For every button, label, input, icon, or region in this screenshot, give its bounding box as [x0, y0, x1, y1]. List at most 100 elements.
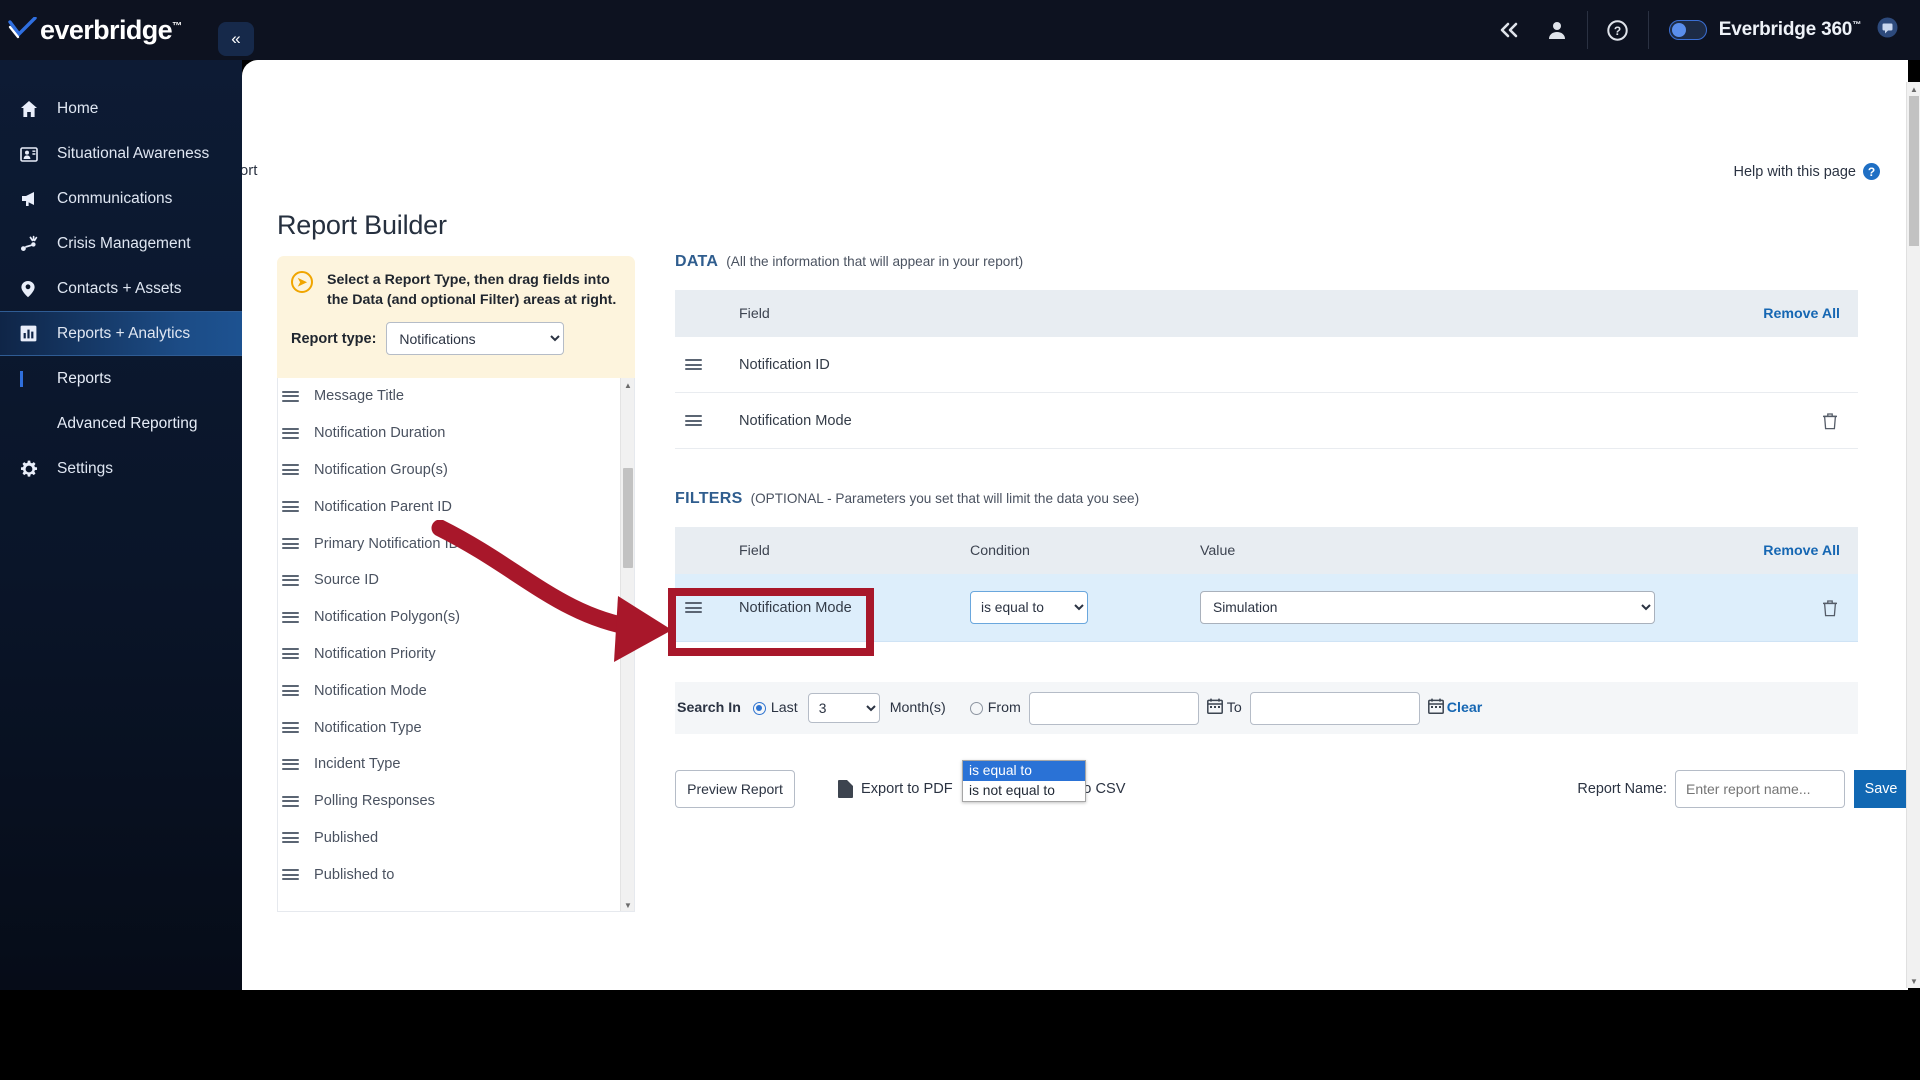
- field-list-item[interactable]: Published: [278, 820, 634, 857]
- drag-handle-icon[interactable]: [685, 359, 705, 370]
- field-list-item-label: Source ID: [314, 572, 379, 589]
- save-button[interactable]: Save: [1854, 770, 1908, 808]
- field-list-item[interactable]: Notification Priority: [278, 636, 634, 673]
- user-account-icon[interactable]: [1533, 0, 1581, 60]
- data-row: Notification Mode: [675, 393, 1858, 449]
- top-header-bar: everbridge™ ? Everbridge 360™: [0, 0, 1920, 60]
- drag-handle-icon[interactable]: [685, 415, 705, 426]
- everbridge-360-toggle[interactable]: Everbridge 360™: [1668, 19, 1861, 41]
- field-list-item-label: Notification Polygon(s): [314, 609, 461, 626]
- field-list-item[interactable]: Notification Polygon(s): [278, 599, 634, 636]
- radio-last[interactable]: [752, 701, 766, 715]
- months-select[interactable]: 3: [807, 693, 880, 723]
- export-to-pdf-button[interactable]: Export to PDF: [838, 780, 953, 798]
- drag-handle-icon[interactable]: [282, 685, 302, 697]
- radio-last-label: Last: [770, 700, 798, 716]
- filters-remove-all-link[interactable]: Remove All: [1763, 543, 1840, 559]
- drag-handle-icon[interactable]: [282, 758, 302, 770]
- field-list-item[interactable]: Incident Type: [278, 746, 634, 783]
- drag-handle-icon[interactable]: [282, 501, 302, 513]
- sidebar-item-reports-analytics[interactable]: Reports + Analytics: [0, 311, 242, 356]
- field-list-scrollbar[interactable]: ▲ ▼: [620, 378, 634, 911]
- scrollbar-thumb[interactable]: [623, 468, 633, 568]
- drag-handle-icon[interactable]: [685, 602, 705, 613]
- sidebar-item-communications[interactable]: Communications: [0, 176, 242, 221]
- dropdown-option-is-not-equal-to[interactable]: is not equal to: [963, 781, 1085, 801]
- calendar-icon-from[interactable]: [1206, 698, 1223, 718]
- field-list-item[interactable]: Published to: [278, 856, 634, 893]
- field-list-item[interactable]: Notification Duration: [278, 415, 634, 452]
- field-list-item[interactable]: Notification Parent ID: [278, 488, 634, 525]
- data-section-header: DATA (All the information that will appea…: [675, 253, 1023, 271]
- filters-col-value: Value: [1200, 542, 1236, 559]
- sidebar-item-advanced-reporting[interactable]: Advanced Reporting: [0, 401, 242, 446]
- field-list-item[interactable]: Notification Mode: [278, 672, 634, 709]
- drag-handle-icon[interactable]: [282, 427, 302, 439]
- field-list-item[interactable]: Notification Group(s): [278, 452, 634, 489]
- drag-handle-icon[interactable]: [685, 359, 705, 370]
- drag-handle-icon[interactable]: [282, 574, 302, 586]
- from-date-input[interactable]: [1028, 691, 1199, 725]
- report-type-label: Report type:: [291, 330, 377, 347]
- drag-handle-icon[interactable]: [282, 722, 302, 734]
- toggle-switch[interactable]: [1668, 20, 1707, 40]
- page-scrollbar-thumb[interactable]: [1909, 96, 1919, 246]
- condition-dropdown-menu[interactable]: is equal to is not equal to: [962, 760, 1086, 802]
- tip-message-row: ➤ Select a Report Type, then drag fields…: [277, 256, 635, 310]
- drag-handle-icon[interactable]: [282, 611, 302, 623]
- available-fields-list: Message Title Notification Duration Notifi…: [277, 378, 635, 912]
- sidebar-item-situational-awareness[interactable]: Situational Awareness: [0, 131, 242, 176]
- drag-handle-icon[interactable]: [685, 415, 705, 426]
- data-remove-all-link[interactable]: Remove All: [1763, 306, 1840, 322]
- delete-data-field-icon[interactable]: [1822, 412, 1838, 430]
- sidebar-item-settings[interactable]: Settings: [0, 446, 242, 491]
- gear-icon: [20, 460, 46, 478]
- calendar-icon-to[interactable]: [1427, 698, 1444, 718]
- sidebar-item-contacts-assets[interactable]: Contacts + Assets: [0, 266, 242, 311]
- help-icon[interactable]: ?: [1594, 0, 1642, 60]
- field-list-item[interactable]: Message Title: [278, 378, 634, 415]
- sidebar-item-reports[interactable]: Reports: [0, 356, 242, 401]
- field-list-item[interactable]: Notification Type: [278, 709, 634, 746]
- sidebar-item-home[interactable]: Home: [0, 86, 242, 131]
- drag-handle-icon[interactable]: [282, 869, 302, 881]
- report-type-row: Report type: Notifications: [277, 310, 635, 356]
- chat-bubble-icon[interactable]: [1877, 17, 1898, 43]
- drag-handle-icon[interactable]: [282, 390, 302, 402]
- field-list-item[interactable]: Source ID: [278, 562, 634, 599]
- drag-handle-icon[interactable]: [282, 832, 302, 844]
- drag-handle-icon[interactable]: [282, 795, 302, 807]
- map-person-icon: [20, 145, 46, 163]
- field-items-container: Message Title Notification Duration Notifi…: [278, 378, 634, 893]
- field-list-item[interactable]: Primary Notification ID: [278, 525, 634, 562]
- field-list-item[interactable]: Polling Responses: [278, 783, 634, 820]
- scroll-up-icon[interactable]: ▲: [621, 378, 634, 392]
- page-scroll-up-icon[interactable]: ▲: [1907, 82, 1920, 96]
- scroll-down-icon[interactable]: ▼: [621, 898, 634, 911]
- filters-table-header: Field Condition Value Remove All: [675, 527, 1858, 574]
- report-name-input[interactable]: [1675, 770, 1845, 808]
- filter-value-select[interactable]: Simulation: [1200, 591, 1655, 624]
- collapse-panel-icon[interactable]: [1485, 0, 1533, 60]
- page-scrollbar[interactable]: ▲ ▼: [1906, 82, 1920, 988]
- filter-field-name: Notification Mode: [739, 599, 852, 616]
- dropdown-option-is-equal-to[interactable]: is equal to: [963, 761, 1085, 781]
- drag-handle-icon[interactable]: [282, 464, 302, 476]
- drag-handle-icon[interactable]: [282, 538, 302, 550]
- help-with-this-page-link[interactable]: Help with this page ?: [1733, 163, 1880, 180]
- sidebar-collapse-button[interactable]: «: [218, 22, 254, 56]
- to-date-input[interactable]: [1249, 691, 1420, 725]
- radio-from[interactable]: [969, 701, 983, 715]
- sidebar-item-label: Situational Awareness: [57, 144, 210, 162]
- report-type-select[interactable]: Notifications: [386, 322, 565, 356]
- radio-from-label: From: [987, 700, 1021, 716]
- clear-dates-link[interactable]: Clear: [1447, 700, 1483, 716]
- everbridge-logo[interactable]: everbridge™: [0, 0, 242, 60]
- drag-handle-icon[interactable]: [282, 648, 302, 660]
- page-scroll-down-icon[interactable]: ▼: [1907, 974, 1920, 988]
- sidebar-item-crisis-management[interactable]: Crisis Management: [0, 221, 242, 266]
- header-divider: [1586, 11, 1588, 49]
- delete-filter-icon[interactable]: [1822, 599, 1838, 617]
- preview-report-button[interactable]: Preview Report: [675, 770, 795, 808]
- filter-condition-select[interactable]: is equal to: [970, 591, 1088, 624]
